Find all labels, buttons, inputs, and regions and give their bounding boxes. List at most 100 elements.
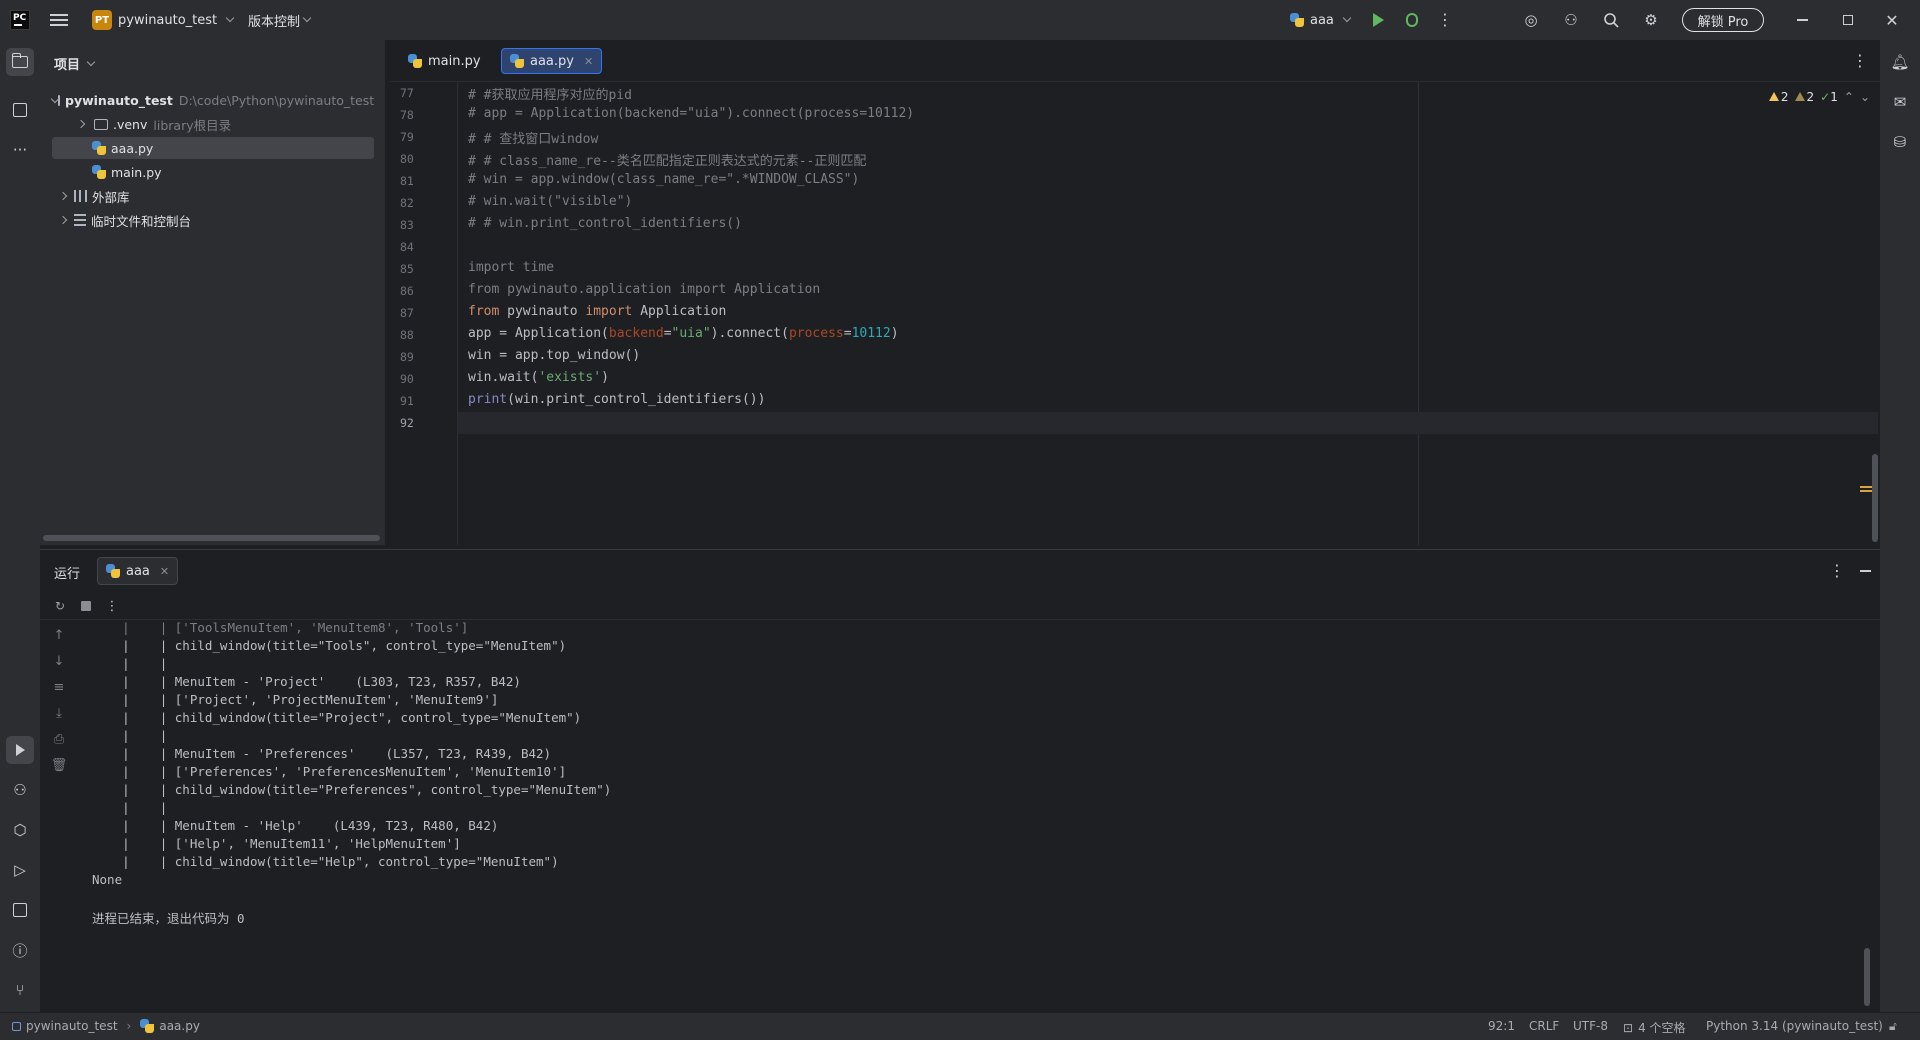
run-more-button[interactable]: ⋮ bbox=[104, 598, 120, 614]
next-highlight-icon[interactable]: ⌄ bbox=[1860, 90, 1870, 104]
code-line: print(win.print_control_identifiers()) bbox=[468, 392, 766, 407]
close-tab-icon[interactable]: ✕ bbox=[584, 55, 593, 68]
more-tools-button[interactable]: ··· bbox=[6, 136, 34, 164]
console-line: | | bbox=[92, 656, 168, 671]
collapse-arrow-icon bbox=[58, 215, 68, 225]
python-console-button[interactable]: ⬡ bbox=[6, 816, 34, 844]
breadcrumb-file[interactable]: aaa.py bbox=[159, 1019, 200, 1033]
debug-button[interactable] bbox=[1402, 10, 1422, 30]
maximize-button[interactable] bbox=[1836, 8, 1860, 32]
pycharm-logo-icon[interactable]: PC bbox=[10, 10, 30, 30]
console-vertical-scrollbar[interactable] bbox=[1864, 948, 1870, 1006]
console-line-exit: 进程已结束，退出代码为 0 bbox=[92, 911, 245, 926]
services-button[interactable]: ▷ bbox=[6, 856, 34, 884]
line-number-current: 92 bbox=[400, 416, 414, 430]
vcs-tool-button[interactable]: ⑂ bbox=[6, 976, 34, 1004]
database-button[interactable]: ⛁ bbox=[1886, 128, 1914, 156]
vcs-menu[interactable]: 版本控制 bbox=[248, 9, 312, 31]
unlock-pro-button[interactable]: 解锁 Pro bbox=[1682, 8, 1764, 32]
tree-item-label: main.py bbox=[111, 164, 162, 180]
collapse-arrow-icon bbox=[58, 191, 68, 201]
run-panel-options[interactable]: ⋮ bbox=[1827, 561, 1847, 581]
kebab-icon: ⋮ bbox=[105, 598, 119, 614]
editor-tab-options[interactable]: ⋮ bbox=[1850, 51, 1870, 71]
run-tool-button[interactable] bbox=[6, 736, 34, 764]
problems-icon: ⓘ bbox=[12, 941, 28, 960]
search-button[interactable] bbox=[1601, 10, 1621, 30]
stop-button[interactable] bbox=[78, 598, 94, 614]
readonly-toggle[interactable]: 🔓︎ bbox=[1889, 1019, 1897, 1034]
terminal-button[interactable] bbox=[6, 896, 34, 924]
vcs-label: 版本控制 bbox=[248, 14, 301, 30]
line-number: 89 bbox=[400, 350, 414, 364]
run-panel-header: 运行 aaa ✕ ⋮ bbox=[40, 550, 1880, 592]
run-tab-aaa[interactable]: aaa ✕ bbox=[97, 557, 179, 585]
tree-item-aaa-py[interactable]: aaa.py bbox=[52, 137, 374, 159]
breadcrumb-project[interactable]: pywinauto_test bbox=[26, 1019, 118, 1033]
ai-chat-button[interactable]: ✉ bbox=[1886, 88, 1914, 116]
ai-assistant-button[interactable]: ◎ bbox=[1521, 10, 1541, 30]
line-number: 79 bbox=[400, 130, 414, 144]
project-panel-title-label: 项目 bbox=[54, 58, 81, 73]
console-line: | | bbox=[92, 800, 168, 815]
main-menu-icon[interactable] bbox=[50, 11, 68, 29]
tree-item-project-root[interactable]: pywinauto_test D:\code\Python\pywinauto_… bbox=[50, 89, 374, 111]
line-separator[interactable]: CRLF bbox=[1529, 1019, 1559, 1033]
project-tool-button[interactable] bbox=[6, 48, 34, 76]
project-panel-title[interactable]: 项目 bbox=[54, 54, 96, 73]
line-number: 77 bbox=[400, 86, 414, 100]
python-icon: ⚇ bbox=[13, 781, 27, 799]
tree-item-main-py[interactable]: main.py bbox=[52, 161, 374, 183]
run-config-selector[interactable]: aaa bbox=[1290, 9, 1352, 31]
clear-all-button[interactable]: 🗑︎ bbox=[50, 756, 68, 774]
python-file-icon bbox=[106, 564, 120, 578]
python-file-icon bbox=[92, 141, 106, 155]
project-switcher[interactable]: PT pywinauto_test bbox=[92, 9, 235, 31]
prev-highlight-icon[interactable]: ⌃ bbox=[1844, 90, 1854, 104]
caret-position[interactable]: 92:1 bbox=[1488, 1019, 1515, 1033]
close-window-button[interactable]: ✕ bbox=[1880, 8, 1904, 32]
rerun-button[interactable]: ↻ bbox=[52, 598, 68, 614]
scroll-up-button[interactable]: ↑ bbox=[50, 626, 68, 644]
title-bar: PC PT pywinauto_test 版本控制 aaa ⋮ ◎ ⚇ ⚙ 解锁… bbox=[0, 0, 1920, 40]
line-number: 83 bbox=[400, 218, 414, 232]
run-panel-title: 运行 bbox=[54, 567, 81, 582]
python-interpreter[interactable]: Python 3.14 (pywinauto_test) bbox=[1706, 1019, 1883, 1033]
code-area[interactable]: # #获取应用程序对应的pid # app = Application(back… bbox=[457, 82, 1878, 545]
problems-button[interactable]: ⓘ bbox=[6, 936, 34, 964]
console-line: | | MenuItem - 'Project' (L303, T23, R35… bbox=[92, 674, 521, 689]
tree-item-scratches[interactable]: 临时文件和控制台 bbox=[52, 209, 374, 231]
line-number: 91 bbox=[400, 394, 414, 408]
editor-vertical-scrollbar[interactable] bbox=[1872, 454, 1878, 542]
tree-item-hint: library根目录 bbox=[153, 117, 232, 133]
notifications-button[interactable]: 🔔︎ bbox=[1886, 48, 1914, 76]
tab-aaa-py[interactable]: aaa.py ✕ bbox=[501, 48, 603, 74]
folder-icon bbox=[58, 94, 60, 106]
print-button[interactable]: ⎙ bbox=[50, 730, 68, 748]
console-output[interactable]: | | ['ToolsMenuItem', 'MenuItem8', 'Tool… bbox=[92, 620, 1842, 1000]
tree-item-venv[interactable]: .venv library根目录 bbox=[52, 113, 374, 135]
structure-tool-button[interactable] bbox=[6, 96, 34, 124]
scrollbar-warning-marker[interactable] bbox=[1860, 486, 1872, 488]
indent-widget[interactable]: ⊡ 4 个空格 bbox=[1623, 1019, 1686, 1036]
file-encoding[interactable]: UTF-8 bbox=[1573, 1019, 1608, 1033]
scroll-down-button[interactable]: ↓ bbox=[50, 652, 68, 670]
run-button[interactable] bbox=[1368, 10, 1388, 30]
scroll-to-end-button[interactable]: ⤓ bbox=[50, 704, 68, 722]
code-line: # win = app.window(class_name_re=".*WIND… bbox=[468, 172, 860, 187]
ok-count-label: 1 bbox=[1830, 90, 1838, 104]
soft-wrap-button[interactable]: ≡ bbox=[50, 678, 68, 696]
tree-item-external-libraries[interactable]: 外部库 bbox=[52, 185, 374, 207]
settings-button[interactable]: ⚙ bbox=[1641, 10, 1661, 30]
tab-main-py[interactable]: main.py bbox=[400, 48, 489, 74]
minimize-button[interactable] bbox=[1790, 8, 1814, 32]
more-icon: ··· bbox=[12, 141, 28, 159]
line-number-gutter: 77 78 79 80 81 82 83 84 85 86 87 88 89 9… bbox=[390, 82, 456, 545]
close-tab-icon[interactable]: ✕ bbox=[160, 565, 169, 578]
more-actions-button[interactable]: ⋮ bbox=[1435, 10, 1455, 30]
code-with-me-button[interactable]: ⚇ bbox=[1561, 10, 1581, 30]
python-packages-button[interactable]: ⚇ bbox=[6, 776, 34, 804]
hide-panel-button[interactable] bbox=[1855, 561, 1875, 581]
horizontal-scrollbar[interactable] bbox=[43, 535, 380, 541]
editor-tab-bar: main.py aaa.py ✕ ⋮ bbox=[390, 40, 1880, 82]
